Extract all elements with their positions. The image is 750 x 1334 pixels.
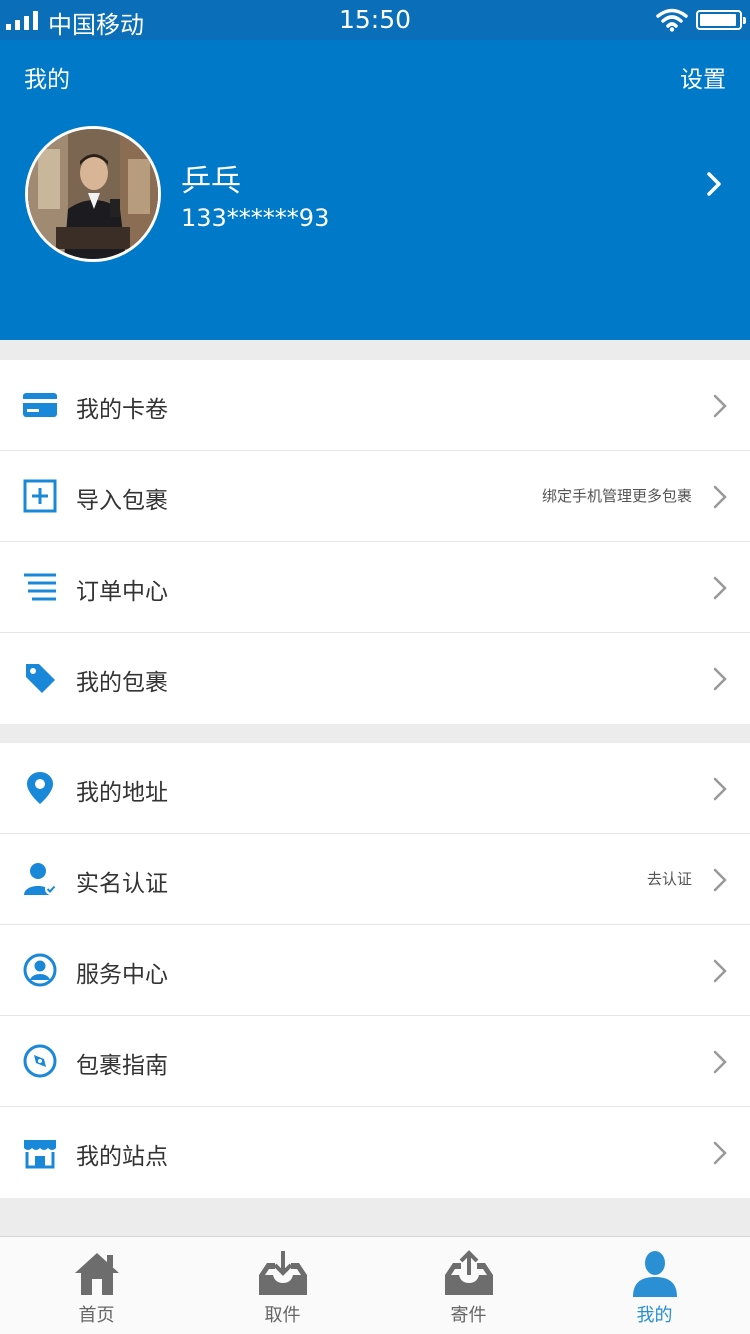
tab-pickup[interactable]: 取件 <box>189 1237 376 1334</box>
tab-mine[interactable]: 我的 <box>561 1237 748 1334</box>
status-bar: 中国移动 15:50 <box>0 0 750 40</box>
chevron-right-icon <box>713 1141 727 1165</box>
menu-item-hint: 绑定手机管理更多包裹 <box>541 487 692 505</box>
tab-label: 首页 <box>78 1305 115 1326</box>
avatar[interactable] <box>25 126 161 262</box>
chevron-right-icon <box>713 777 727 801</box>
compass-icon <box>23 1044 57 1078</box>
menu-item-label: 我的卡卷 <box>76 397 168 423</box>
user-phone: 133******93 <box>181 204 330 232</box>
settings-button[interactable]: 设置 <box>680 60 726 94</box>
user-nickname: 乒乓 <box>181 164 241 199</box>
inbox-upload-icon <box>444 1250 493 1295</box>
verified-user-icon <box>24 863 57 895</box>
tab-label: 取件 <box>264 1305 301 1326</box>
menu-item-coupons[interactable]: 我的卡卷 <box>0 360 750 451</box>
menu-item-real-name[interactable]: 实名认证 去认证 <box>0 834 750 925</box>
chevron-right-icon <box>713 1050 727 1074</box>
wifi-icon <box>656 8 688 32</box>
location-pin-icon <box>27 772 53 804</box>
tab-bar: 首页 取件 寄件 我的 <box>0 1236 750 1334</box>
menu-item-label: 我的站点 <box>76 1144 168 1170</box>
menu-item-my-packages[interactable]: 我的包裹 <box>0 633 750 724</box>
profile-header: 我的 设置 乒乓 133******93 <box>0 40 750 340</box>
home-icon <box>74 1253 119 1295</box>
chevron-right-icon <box>713 485 727 509</box>
menu-item-label: 我的地址 <box>76 780 168 806</box>
menu-item-label: 导入包裹 <box>76 488 168 514</box>
menu-item-orders[interactable]: 订单中心 <box>0 542 750 633</box>
status-time: 15:50 <box>338 5 412 34</box>
plus-box-icon <box>23 479 57 513</box>
menu-item-package-guide[interactable]: 包裹指南 <box>0 1016 750 1107</box>
menu-item-label: 服务中心 <box>76 962 168 988</box>
tab-home[interactable]: 首页 <box>3 1237 190 1334</box>
menu-group-primary: 我的卡卷 导入包裹 绑定手机管理更多包裹 订单中心 我的包裹 <box>0 360 750 724</box>
page-title: 我的 <box>24 67 70 93</box>
card-icon <box>23 393 57 417</box>
chevron-right-icon <box>713 576 727 600</box>
chevron-right-icon <box>713 667 727 691</box>
chevron-right-icon <box>713 868 727 892</box>
store-icon <box>24 1140 56 1169</box>
chevron-right-icon <box>713 394 727 418</box>
list-icon <box>24 573 56 601</box>
menu-item-label: 我的包裹 <box>76 670 168 696</box>
chevron-right-icon <box>713 959 727 983</box>
menu-item-import-package[interactable]: 导入包裹 绑定手机管理更多包裹 <box>0 451 750 542</box>
tab-label: 我的 <box>636 1305 673 1326</box>
menu-item-label: 包裹指南 <box>76 1053 168 1079</box>
person-icon <box>632 1251 677 1297</box>
tab-label: 寄件 <box>450 1305 487 1326</box>
tab-send[interactable]: 寄件 <box>375 1237 562 1334</box>
inbox-download-icon <box>258 1251 307 1295</box>
menu-item-hint: 去认证 <box>646 870 692 888</box>
menu-item-service-center[interactable]: 服务中心 <box>0 925 750 1016</box>
menu-item-address[interactable]: 我的地址 <box>0 743 750 834</box>
tag-icon <box>26 664 55 693</box>
menu-item-label: 订单中心 <box>76 579 168 605</box>
user-circle-icon <box>23 953 57 987</box>
menu-group-secondary: 我的地址 实名认证 去认证 服务中心 包裹指南 我的站点 <box>0 743 750 1198</box>
chevron-right-icon[interactable] <box>704 170 724 198</box>
menu-item-my-station[interactable]: 我的站点 <box>0 1107 750 1198</box>
battery-icon <box>696 10 746 30</box>
menu-item-label: 实名认证 <box>76 871 168 897</box>
